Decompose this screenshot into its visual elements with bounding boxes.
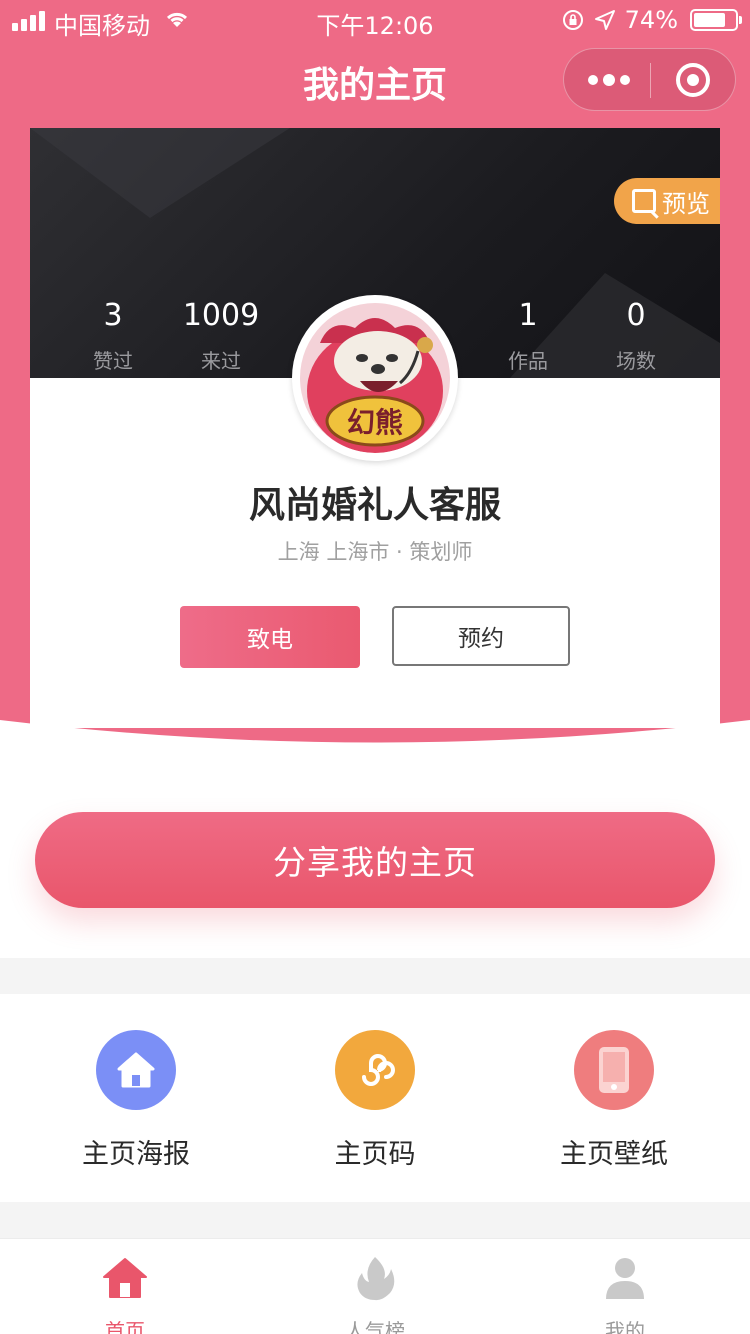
svg-text:幻熊: 幻熊 [347,406,403,439]
tab-home[interactable]: 首页 [55,1253,195,1334]
tab-bar: 首页 人气榜 我的 [0,1238,750,1334]
tab-mine[interactable]: 我的 [555,1253,695,1334]
stat-value: 0 [626,298,646,333]
preview-icon [632,189,656,213]
tool-label: 主页海报 [82,1139,190,1170]
book-button[interactable]: 预约 [392,606,570,666]
tab-label: 我的 [605,1319,645,1334]
stat-events: 0 场数 [576,298,696,374]
tool-homepage-poster[interactable]: 主页海报 [16,1030,256,1171]
home-icon [103,1258,147,1298]
home-icon [96,1030,176,1110]
flame-icon [357,1257,395,1301]
close-miniprogram-icon[interactable] [676,63,710,97]
avatar-mascot-image: 幻熊 [300,303,450,453]
capsule-divider [650,63,651,98]
stat-value: 1 [518,298,538,333]
tool-homepage-code[interactable]: 主页码 [255,1030,495,1171]
rotation-lock-icon [562,10,583,30]
stat-label: 作品 [508,349,548,373]
stat-visits: 1009 来过 [161,298,281,374]
call-button[interactable]: 致电 [180,606,360,668]
stat-likes: 3 赞过 [53,298,173,374]
stat-label: 来过 [201,349,241,373]
battery-icon [690,9,742,31]
tool-homepage-wallpaper[interactable]: 主页壁纸 [494,1030,734,1171]
tab-popularity[interactable]: 人气榜 [305,1253,445,1334]
stat-label: 场数 [616,349,656,373]
stat-works: 1 作品 [468,298,588,374]
stat-value: 1009 [182,298,260,333]
avatar[interactable]: 幻熊 [292,295,458,461]
battery-percent: 74% [624,6,678,34]
miniprogram-capsule [563,48,736,111]
miniprogram-icon [335,1030,415,1110]
preview-button[interactable]: 预览 [614,178,720,224]
stat-value: 3 [103,298,123,333]
preview-label: 预览 [662,189,710,218]
section-divider [0,1202,750,1238]
tool-label: 主页壁纸 [560,1139,668,1170]
stat-label: 赞过 [93,349,133,373]
profile-location: 上海 上海市 · 策划师 [277,540,473,564]
more-icon[interactable] [588,71,630,89]
profile-card: 预览 3 赞过 1009 来过 1 作品 0 场数 幻熊 风尚婚礼人客服 上海 … [30,128,720,728]
status-bar: 中国移动 下午12:06 74% [0,0,750,40]
user-icon [606,1258,644,1299]
phone-icon [574,1030,654,1110]
section-divider [0,958,750,994]
tab-label: 首页 [105,1319,145,1334]
profile-name: 风尚婚礼人客服 [248,485,501,526]
tab-label: 人气榜 [345,1319,405,1334]
tool-label: 主页码 [334,1139,416,1170]
share-homepage-button[interactable]: 分享我的主页 [35,812,715,908]
location-arrow-icon [594,10,615,30]
